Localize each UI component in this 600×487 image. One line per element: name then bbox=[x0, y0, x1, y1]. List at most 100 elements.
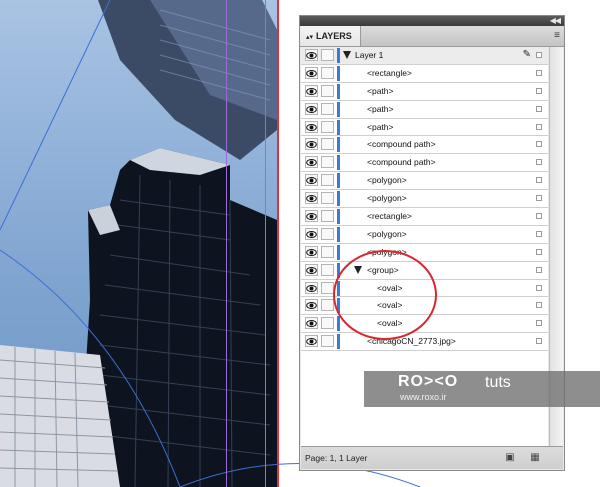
eye-icon[interactable] bbox=[305, 263, 318, 276]
item-label[interactable]: <polygon> bbox=[367, 190, 407, 207]
layer-item-row[interactable]: <polygon> bbox=[301, 190, 548, 209]
lock-toggle[interactable] bbox=[321, 227, 334, 240]
layer-item-row[interactable]: <chicagoCN_2773.jpg> bbox=[301, 333, 548, 352]
eye-icon[interactable] bbox=[305, 156, 318, 169]
target-indicator[interactable] bbox=[536, 69, 542, 76]
item-label[interactable]: <polygon> bbox=[367, 244, 407, 261]
target-indicator[interactable] bbox=[536, 195, 542, 202]
eye-icon[interactable] bbox=[305, 245, 318, 258]
target-indicator[interactable] bbox=[536, 141, 542, 148]
lock-toggle[interactable] bbox=[321, 102, 334, 115]
eye-icon[interactable] bbox=[305, 66, 318, 79]
group-child-row[interactable]: <oval> bbox=[301, 279, 548, 298]
lock-toggle[interactable] bbox=[321, 335, 334, 348]
trash-icon[interactable]: ▦ bbox=[529, 452, 541, 464]
lock-toggle[interactable] bbox=[321, 245, 334, 258]
layer-label[interactable]: Layer 1 bbox=[355, 47, 383, 64]
watermark-tuts: tuts bbox=[485, 374, 511, 391]
item-label[interactable]: <rectangle> bbox=[367, 208, 412, 225]
target-indicator[interactable] bbox=[536, 123, 542, 130]
item-label[interactable]: <polygon> bbox=[367, 172, 407, 189]
target-indicator[interactable] bbox=[536, 105, 542, 112]
layer-item-row[interactable]: <rectangle> bbox=[301, 64, 548, 83]
eye-icon[interactable] bbox=[305, 317, 318, 330]
layer-item-row[interactable]: <compound path> bbox=[301, 154, 548, 173]
target-indicator[interactable] bbox=[536, 213, 542, 220]
eye-icon[interactable] bbox=[305, 281, 318, 294]
eye-icon[interactable] bbox=[305, 84, 318, 97]
page-status: Page: 1, 1 Layer bbox=[305, 453, 368, 463]
target-indicator[interactable] bbox=[536, 177, 542, 184]
layer-item-row[interactable]: <path> bbox=[301, 100, 548, 119]
item-label[interactable]: <oval> bbox=[377, 280, 403, 297]
eye-icon[interactable] bbox=[305, 102, 318, 115]
chicago-building-photo bbox=[0, 0, 277, 487]
layer-color-swatch bbox=[337, 334, 340, 350]
lock-toggle[interactable] bbox=[321, 210, 334, 223]
target-indicator[interactable] bbox=[536, 284, 542, 291]
lock-toggle[interactable] bbox=[321, 156, 334, 169]
group-label[interactable]: <group> bbox=[367, 262, 399, 279]
layer-item-row[interactable]: <path> bbox=[301, 82, 548, 101]
group-child-row[interactable]: <oval> bbox=[301, 315, 548, 334]
item-label[interactable]: <polygon> bbox=[367, 226, 407, 243]
eye-icon[interactable] bbox=[305, 174, 318, 187]
target-indicator[interactable] bbox=[536, 248, 542, 255]
item-label[interactable]: <compound path> bbox=[367, 136, 436, 153]
group-child-row[interactable]: <oval> bbox=[301, 297, 548, 316]
eye-icon[interactable] bbox=[305, 192, 318, 205]
target-indicator[interactable] bbox=[536, 87, 542, 94]
target-indicator[interactable] bbox=[536, 52, 542, 58]
group-row[interactable]: <group> bbox=[301, 261, 548, 280]
item-label[interactable]: <chicagoCN_2773.jpg> bbox=[367, 333, 456, 350]
target-indicator[interactable] bbox=[536, 230, 542, 237]
item-label[interactable]: <path> bbox=[367, 119, 393, 136]
layer-color-swatch bbox=[337, 65, 340, 81]
layer-color-swatch bbox=[337, 155, 340, 171]
layer-item-row[interactable]: <polygon> bbox=[301, 243, 548, 262]
lock-toggle[interactable] bbox=[321, 66, 334, 79]
target-indicator[interactable] bbox=[536, 338, 542, 345]
panel-titlebar[interactable]: ◀◀ bbox=[300, 16, 564, 26]
layer-item-row[interactable]: <path> bbox=[301, 118, 548, 137]
eye-icon[interactable] bbox=[305, 138, 318, 151]
eye-icon[interactable] bbox=[305, 120, 318, 133]
item-label[interactable]: <compound path> bbox=[367, 154, 436, 171]
lock-toggle[interactable] bbox=[321, 120, 334, 133]
tab-layers[interactable]: ▴▾ LAYERS bbox=[300, 26, 361, 46]
target-indicator[interactable] bbox=[536, 159, 542, 166]
layer-item-row[interactable]: <polygon> bbox=[301, 225, 548, 244]
layer-item-row[interactable]: <compound path> bbox=[301, 136, 548, 155]
lock-toggle[interactable] bbox=[321, 49, 334, 61]
disclosure-triangle-icon[interactable] bbox=[354, 265, 362, 274]
lock-toggle[interactable] bbox=[321, 299, 334, 312]
target-indicator[interactable] bbox=[536, 320, 542, 327]
item-label[interactable]: <oval> bbox=[377, 297, 403, 314]
item-label[interactable]: <path> bbox=[367, 101, 393, 118]
target-indicator[interactable] bbox=[536, 266, 542, 273]
item-label[interactable]: <path> bbox=[367, 83, 393, 100]
lock-toggle[interactable] bbox=[321, 263, 334, 276]
target-indicator[interactable] bbox=[536, 302, 542, 309]
panel-menu-icon[interactable]: ≡ bbox=[554, 28, 560, 44]
eye-icon[interactable] bbox=[305, 227, 318, 240]
collapse-icon[interactable]: ◀◀ bbox=[550, 16, 561, 26]
layer-row-layer-1[interactable]: Layer 1 ✎ bbox=[301, 47, 548, 65]
lock-toggle[interactable] bbox=[321, 192, 334, 205]
lock-toggle[interactable] bbox=[321, 281, 334, 294]
eye-icon[interactable] bbox=[305, 210, 318, 223]
layer-item-row[interactable]: <rectangle> bbox=[301, 208, 548, 226]
layer-item-row[interactable]: <polygon> bbox=[301, 172, 548, 191]
layer-color-swatch bbox=[337, 244, 340, 260]
eye-icon[interactable] bbox=[305, 299, 318, 312]
lock-toggle[interactable] bbox=[321, 317, 334, 330]
disclosure-triangle-icon[interactable] bbox=[343, 51, 351, 59]
eye-icon[interactable] bbox=[305, 335, 318, 348]
lock-toggle[interactable] bbox=[321, 174, 334, 187]
eye-icon[interactable] bbox=[305, 49, 318, 61]
new-layer-icon[interactable]: ▣ bbox=[504, 452, 516, 464]
item-label[interactable]: <oval> bbox=[377, 315, 403, 332]
item-label[interactable]: <rectangle> bbox=[367, 65, 412, 82]
lock-toggle[interactable] bbox=[321, 84, 334, 97]
lock-toggle[interactable] bbox=[321, 138, 334, 151]
